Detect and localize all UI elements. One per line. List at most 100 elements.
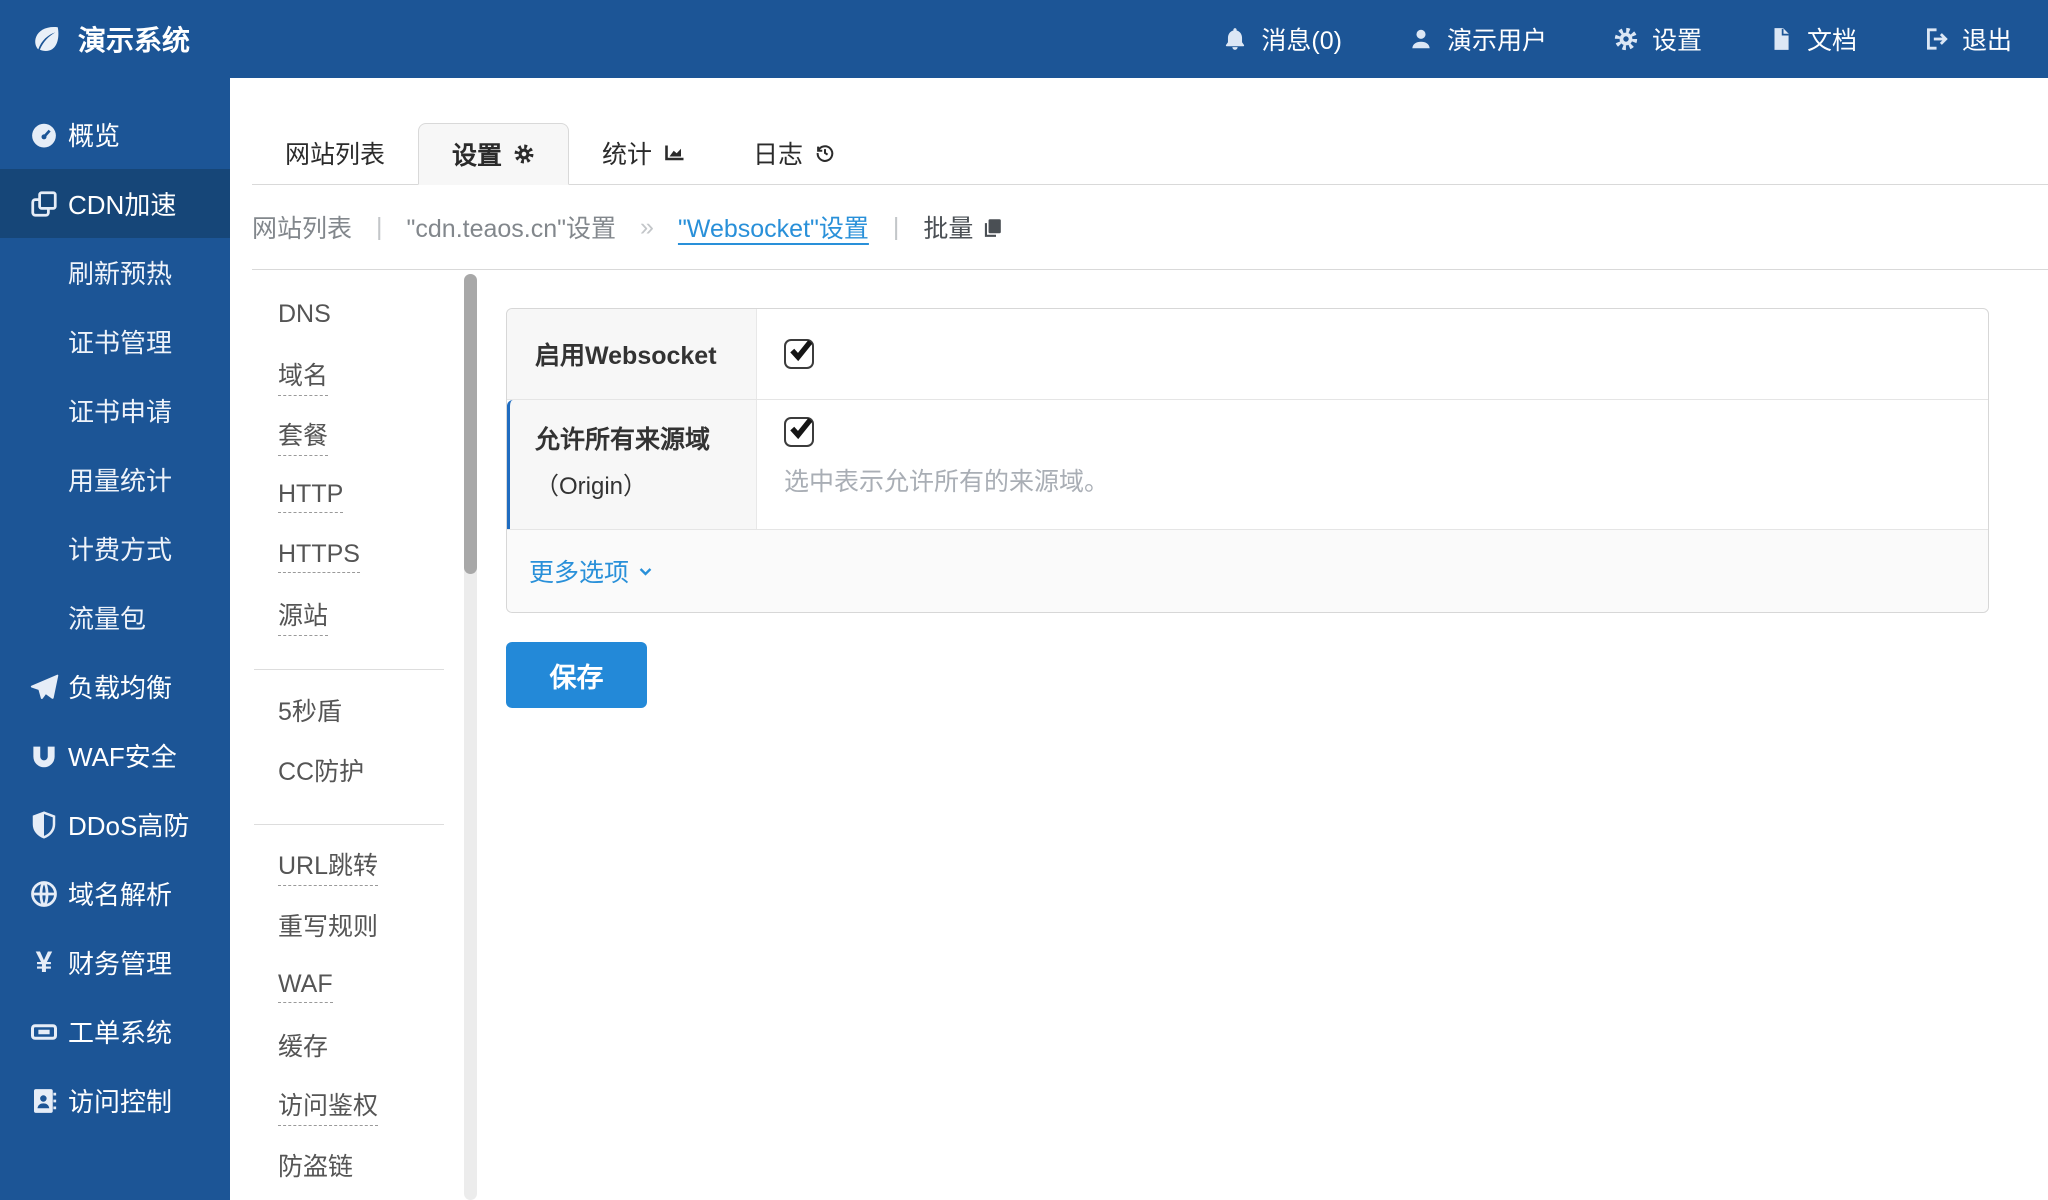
sidebar-item-finance[interactable]: ¥ 财务管理 bbox=[0, 928, 230, 997]
leaf-logo-icon bbox=[30, 23, 62, 55]
menu-item-access-auth[interactable]: 访问鉴权 bbox=[278, 1086, 378, 1126]
sidebar-item-waf[interactable]: WAF安全 bbox=[0, 721, 230, 790]
tab-bar: 网站列表 设置 统计 日志 bbox=[252, 78, 2048, 185]
sidebar-item-access-control[interactable]: 访问控制 bbox=[0, 1066, 230, 1135]
logout-label: 退出 bbox=[1962, 21, 2012, 57]
sidebar-subitem-traffic-pack[interactable]: 流量包 bbox=[0, 583, 230, 652]
tab-label: 日志 bbox=[753, 135, 803, 171]
user-menu[interactable]: 演示用户 bbox=[1408, 21, 1547, 57]
allow-all-origins-row: 允许所有来源域 （Origin） 选中表示允许所有的来源域。 bbox=[507, 399, 1988, 529]
sidebar-subitem-usage-stats[interactable]: 用量统计 bbox=[0, 445, 230, 514]
settings-button[interactable]: 设置 bbox=[1613, 21, 1702, 57]
breadcrumb-site-settings[interactable]: "cdn.teaos.cn"设置 bbox=[407, 209, 617, 245]
breadcrumb-websocket-settings[interactable]: "Websocket"设置 bbox=[678, 209, 869, 245]
menu-item-plan[interactable]: 套餐 bbox=[278, 416, 328, 456]
sidebar-item-label: 访问控制 bbox=[68, 1082, 172, 1119]
main-content: 网站列表 设置 统计 日志 网站列表 | "cdn.teaos.cn"设置 » … bbox=[230, 78, 2048, 1200]
sidebar-item-load-balance[interactable]: 负载均衡 bbox=[0, 652, 230, 721]
check-icon bbox=[787, 336, 815, 364]
dashboard-icon bbox=[27, 120, 61, 150]
paper-plane-icon bbox=[27, 672, 61, 702]
menu-item-https[interactable]: HTTPS bbox=[278, 540, 360, 573]
check-icon bbox=[787, 414, 815, 442]
batch-button[interactable]: 批量 bbox=[923, 209, 1003, 245]
id-badge-icon bbox=[27, 1086, 61, 1116]
sidebar-subitem-cert-manage[interactable]: 证书管理 bbox=[0, 307, 230, 376]
ticket-icon bbox=[27, 1017, 61, 1047]
settings-menu-scrollbar[interactable] bbox=[464, 274, 477, 1200]
sidebar-item-label: WAF安全 bbox=[68, 737, 177, 774]
tab-logs[interactable]: 日志 bbox=[720, 122, 869, 184]
menu-item-5s-shield[interactable]: 5秒盾 bbox=[278, 692, 342, 731]
menu-divider bbox=[254, 824, 444, 825]
tab-stats[interactable]: 统计 bbox=[569, 122, 720, 184]
docs-button[interactable]: 文档 bbox=[1768, 21, 1857, 57]
allow-all-origins-sublabel: （Origin） bbox=[535, 466, 756, 501]
shield-half-icon bbox=[27, 810, 61, 840]
sidebar-item-label: 财务管理 bbox=[68, 944, 172, 981]
tab-settings[interactable]: 设置 bbox=[418, 123, 569, 185]
scrollbar-thumb[interactable] bbox=[464, 274, 477, 574]
tab-site-list[interactable]: 网站列表 bbox=[252, 122, 418, 184]
sidebar-subitem-billing-mode[interactable]: 计费方式 bbox=[0, 514, 230, 583]
enable-websocket-row: 启用Websocket bbox=[507, 309, 1988, 399]
brand-label: 演示系统 bbox=[78, 19, 190, 59]
logout-icon bbox=[1923, 26, 1949, 52]
menu-item-url-redirect[interactable]: URL跳转 bbox=[278, 846, 378, 886]
tab-label: 统计 bbox=[602, 135, 652, 171]
gear-icon bbox=[513, 143, 535, 165]
messages-button[interactable]: 消息(0) bbox=[1222, 21, 1342, 57]
websocket-settings-panel: 启用Websocket 允许所有来源域 （Origin） bbox=[506, 308, 1989, 613]
menu-item-origin[interactable]: 源站 bbox=[278, 596, 328, 636]
yen-icon: ¥ bbox=[27, 946, 61, 980]
enable-websocket-checkbox[interactable] bbox=[784, 339, 814, 369]
sidebar-item-ddos[interactable]: DDoS高防 bbox=[0, 790, 230, 859]
sidebar-item-label: 负载均衡 bbox=[68, 668, 172, 705]
history-icon bbox=[814, 142, 836, 164]
user-icon bbox=[1408, 26, 1434, 52]
menu-item-dns[interactable]: DNS bbox=[278, 300, 331, 332]
sidebar-item-cdn[interactable]: CDN加速 bbox=[0, 169, 230, 238]
document-icon bbox=[1768, 26, 1794, 52]
area-chart-icon bbox=[663, 141, 687, 165]
menu-item-domain[interactable]: 域名 bbox=[278, 356, 328, 396]
menu-item-cc-protect[interactable]: CC防护 bbox=[278, 752, 364, 791]
menu-item-cache[interactable]: 缓存 bbox=[278, 1027, 328, 1066]
breadcrumb-separator: » bbox=[640, 213, 654, 242]
tab-label: 设置 bbox=[452, 136, 502, 172]
more-options-link[interactable]: 更多选项 bbox=[529, 553, 654, 589]
breadcrumb-separator: | bbox=[893, 213, 900, 242]
menu-item-hotlink-protect[interactable]: 防盗链 bbox=[278, 1147, 353, 1186]
websocket-form: 启用Websocket 允许所有来源域 （Origin） bbox=[506, 308, 1989, 708]
save-button[interactable]: 保存 bbox=[506, 642, 647, 708]
menu-item-waf[interactable]: WAF bbox=[278, 970, 333, 1003]
brand[interactable]: 演示系统 bbox=[0, 19, 190, 59]
menu-item-rewrite-rules[interactable]: 重写规则 bbox=[278, 907, 378, 946]
sidebar-subitem-cert-apply[interactable]: 证书申请 bbox=[0, 376, 230, 445]
tab-label: 网站列表 bbox=[285, 135, 385, 171]
sidebar-item-tickets[interactable]: 工单系统 bbox=[0, 997, 230, 1066]
user-label: 演示用户 bbox=[1447, 21, 1547, 57]
copy-icon bbox=[982, 217, 1003, 238]
sidebar-item-label: 工单系统 bbox=[68, 1013, 172, 1050]
bell-icon bbox=[1222, 26, 1248, 52]
docs-label: 文档 bbox=[1807, 21, 1857, 57]
globe-icon bbox=[27, 879, 61, 909]
sidebar-item-overview[interactable]: 概览 bbox=[0, 100, 230, 169]
sidebar-item-label: 概览 bbox=[68, 116, 120, 153]
more-options-row: 更多选项 bbox=[507, 529, 1988, 612]
sidebar: 概览 CDN加速 刷新预热 证书管理 证书申请 用量统计 计费方式 流量包 负载… bbox=[0, 78, 230, 1200]
allow-all-origins-checkbox[interactable] bbox=[784, 417, 814, 447]
sidebar-subitem-refresh-prewarm[interactable]: 刷新预热 bbox=[0, 238, 230, 307]
menu-divider bbox=[254, 669, 444, 670]
magnet-icon bbox=[27, 741, 61, 771]
logout-button[interactable]: 退出 bbox=[1923, 21, 2012, 57]
sidebar-item-label: 域名解析 bbox=[68, 875, 172, 912]
settings-content: DNS 域名 套餐 HTTP HTTPS 源站 5秒盾 CC防护 URL跳转 重… bbox=[230, 270, 2048, 1200]
sidebar-item-dns-resolve[interactable]: 域名解析 bbox=[0, 859, 230, 928]
allow-all-origins-hint: 选中表示允许所有的来源域。 bbox=[784, 462, 1988, 498]
menu-item-http[interactable]: HTTP bbox=[278, 480, 343, 513]
settings-label: 设置 bbox=[1652, 21, 1702, 57]
gear-icon bbox=[1613, 26, 1639, 52]
breadcrumb-site-list[interactable]: 网站列表 bbox=[252, 209, 352, 245]
